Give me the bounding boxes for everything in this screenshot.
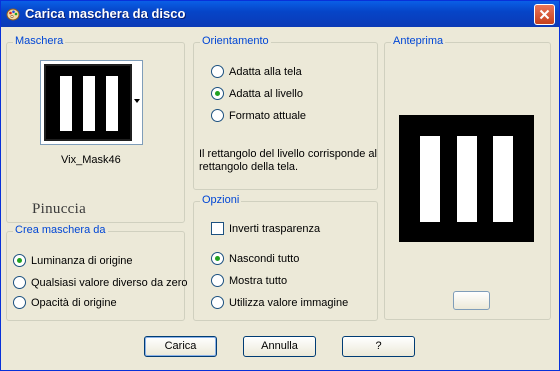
watermark-signature: Pinuccia <box>32 201 87 217</box>
radio-circle[interactable] <box>13 276 26 289</box>
radio-circle[interactable] <box>13 296 26 309</box>
annulla-button[interactable]: Annulla <box>243 336 316 357</box>
mask-stripe <box>60 76 72 131</box>
maschera-legend: Maschera <box>13 35 66 47</box>
close-icon <box>539 9 550 20</box>
description-line: Il rettangolo del livello corrisponde al <box>199 148 377 160</box>
crea-maschera-legend: Crea maschera da <box>13 224 108 236</box>
mask-thumbnail <box>44 64 132 141</box>
checkbox-label: Inverti trasparenza <box>229 223 321 235</box>
mask-stripe <box>83 76 95 131</box>
mask-preview <box>399 115 534 242</box>
radio-label: Adatta al livello <box>229 88 303 100</box>
carica-button[interactable]: Carica <box>144 336 217 357</box>
description-line: rettangolo della tela. <box>199 161 299 173</box>
radio-dot <box>215 256 220 261</box>
preview-stripe <box>457 136 477 222</box>
radio-dot <box>215 91 220 96</box>
help-button[interactable]: ? <box>342 336 415 357</box>
title-bar[interactable]: Carica maschera da disco <box>1 1 559 27</box>
radio-circle[interactable] <box>211 65 224 78</box>
mask-selector[interactable] <box>40 60 143 145</box>
radio-circle[interactable] <box>211 274 224 287</box>
radio-label: Opacità di origine <box>31 297 117 309</box>
radio-label: Qualsiasi valore diverso da zero <box>31 277 188 289</box>
anteprima-group: Anteprima <box>384 35 551 320</box>
window-title: Carica maschera da disco <box>25 6 186 21</box>
radio-dot <box>17 258 22 263</box>
preview-stripe <box>420 136 440 222</box>
radio-circle[interactable] <box>211 296 224 309</box>
orientamento-description: Il rettangolo del livello corrisponde al… <box>199 148 377 174</box>
radio-label: Formato attuale <box>229 110 307 122</box>
radio-label: Nascondi tutto <box>229 253 300 265</box>
radio-circle-selected[interactable] <box>13 254 26 267</box>
paint-palette-icon <box>6 8 20 21</box>
opzioni-legend: Opzioni <box>200 194 242 206</box>
checkbox-box[interactable] <box>211 222 224 235</box>
crea-maschera-group: Crea maschera da Luminanza di origine Qu… <box>6 224 188 321</box>
preview-stripe <box>493 136 513 222</box>
radio-circle-selected[interactable] <box>211 252 224 265</box>
radio-circle[interactable] <box>211 109 224 122</box>
maschera-group: Maschera Vix_Mask46 Pinuccia <box>6 35 185 223</box>
radio-label: Utilizza valore immagine <box>229 297 349 309</box>
dialog-window: Carica maschera da disco Maschera Vix_Ma… <box>0 0 560 371</box>
mask-stripe <box>106 76 118 131</box>
opzioni-group: Opzioni Inverti trasparenza Nascondi tut… <box>193 194 378 321</box>
radio-label: Adatta alla tela <box>229 66 302 78</box>
orientamento-group: Orientamento Adatta alla tela Adatta al … <box>193 35 378 190</box>
radio-label: Luminanza di origine <box>31 255 133 267</box>
close-button[interactable] <box>534 4 555 25</box>
anteprima-legend: Anteprima <box>391 35 446 47</box>
orientamento-legend: Orientamento <box>200 35 271 47</box>
mask-name-label: Vix_Mask46 <box>61 154 121 166</box>
preview-toggle-button[interactable] <box>453 291 490 310</box>
radio-label: Mostra tutto <box>229 275 288 287</box>
radio-circle-selected[interactable] <box>211 87 224 100</box>
dropdown-arrow-icon[interactable] <box>134 99 140 104</box>
